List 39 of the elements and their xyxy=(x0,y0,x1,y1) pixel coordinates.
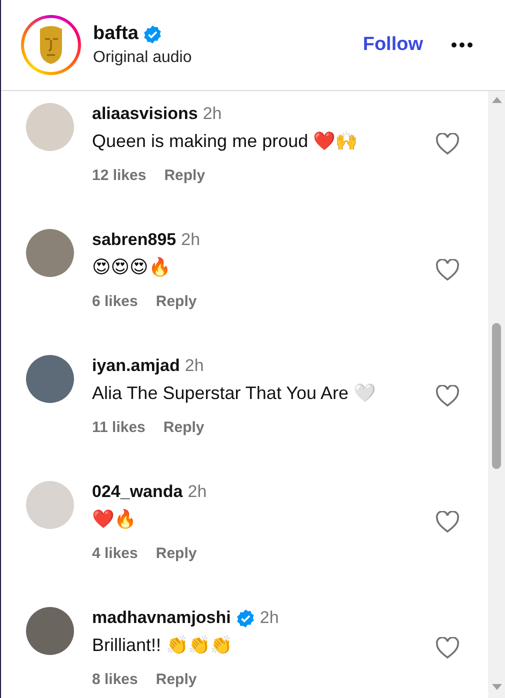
comment-username[interactable]: iyan.amjad xyxy=(92,356,180,376)
user-avatar[interactable] xyxy=(26,607,74,655)
reply-link[interactable]: Reply xyxy=(156,545,197,562)
comment-time: 2h xyxy=(202,104,222,124)
like-count[interactable]: 4 likes xyxy=(92,545,138,562)
like-heart-icon[interactable] xyxy=(435,259,460,281)
scrollbar[interactable] xyxy=(488,91,505,698)
comment-time: 2h xyxy=(181,230,200,250)
like-heart-icon[interactable] xyxy=(435,511,460,533)
audio-label[interactable]: Original audio xyxy=(93,49,363,67)
reply-link[interactable]: Reply xyxy=(156,671,197,688)
comment-text: Queen is making me proud ❤🙌 xyxy=(92,130,358,153)
comment-text: ❤🔥 xyxy=(92,508,137,531)
user-avatar[interactable] xyxy=(26,355,74,403)
like-heart-icon[interactable] xyxy=(435,385,460,407)
follow-button[interactable]: Follow xyxy=(362,34,423,56)
like-count[interactable]: 12 likes xyxy=(92,167,146,184)
comment-time: 2h xyxy=(188,482,207,502)
comment-text: 😍😍😍🔥 xyxy=(92,256,172,279)
comment-time: 2h xyxy=(184,356,204,376)
comment-time: 2h xyxy=(260,608,279,628)
account-name[interactable]: bafta xyxy=(93,23,138,45)
like-heart-icon[interactable] xyxy=(435,637,460,659)
comment-text: Brilliant!! 👏👏👏 xyxy=(92,634,234,657)
comment-text: Alia The Superstar That You Are 🤍 xyxy=(92,382,377,405)
like-count[interactable]: 11 likes xyxy=(92,419,146,436)
like-heart-icon[interactable] xyxy=(435,133,460,155)
reply-link[interactable]: Reply xyxy=(163,419,204,436)
reply-link[interactable]: Reply xyxy=(156,293,197,310)
scrollbar-thumb[interactable] xyxy=(492,323,501,469)
like-count[interactable]: 6 likes xyxy=(92,293,138,310)
comment-username[interactable]: sabren895 xyxy=(92,230,176,250)
reply-link[interactable]: Reply xyxy=(164,167,206,184)
like-count[interactable]: 8 likes xyxy=(92,671,138,688)
comment-username[interactable]: madhavnamjoshi xyxy=(92,608,231,628)
comment-username[interactable]: 024_wanda xyxy=(92,482,183,502)
user-avatar[interactable] xyxy=(26,229,74,277)
comment-username[interactable]: aliaasvisions xyxy=(92,104,198,124)
more-options-icon[interactable] xyxy=(451,42,473,48)
